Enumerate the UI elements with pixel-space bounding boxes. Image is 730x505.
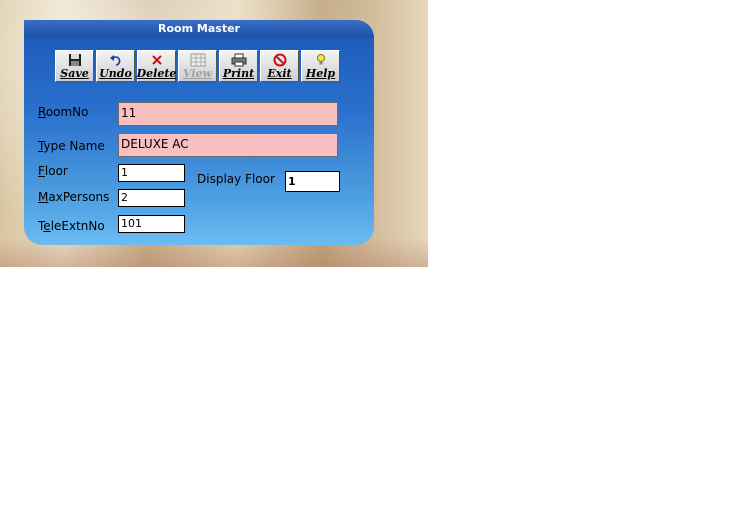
undo-button[interactable]: Undo xyxy=(96,50,135,82)
typename-input[interactable]: DELUXE AC xyxy=(118,133,338,157)
display-floor-label: Display Floor xyxy=(197,172,275,186)
floppy-disk-icon xyxy=(68,52,82,68)
floor-input[interactable]: 1 xyxy=(118,164,185,182)
roomno-label-accel: R xyxy=(38,105,46,119)
floor-label-accel: F xyxy=(38,164,45,178)
toolbar: Save Undo Delete View Print Exit Help xyxy=(55,50,342,82)
exit-button[interactable]: Exit xyxy=(260,50,299,82)
maxpersons-label-accel: M xyxy=(38,190,49,204)
delete-label: Delete xyxy=(136,67,177,80)
view-label: View xyxy=(183,67,212,80)
roomno-input[interactable]: 11 xyxy=(118,102,338,126)
teleextn-label-text: leExtnNo xyxy=(50,219,105,233)
typename-label: Type Name xyxy=(38,139,105,153)
floor-label: Floor xyxy=(38,164,68,178)
window-title: Room Master xyxy=(24,20,374,38)
view-button[interactable]: View xyxy=(178,50,217,82)
save-button[interactable]: Save xyxy=(55,50,94,82)
help-label: Help xyxy=(305,67,336,80)
teleextn-label-accel: e xyxy=(43,219,51,233)
maxpersons-label: MaxPersons xyxy=(38,190,109,204)
printer-icon xyxy=(231,52,247,68)
print-button[interactable]: Print xyxy=(219,50,258,82)
teleextn-label: TeleExtnNo xyxy=(38,219,105,233)
roomno-label: RoomNo xyxy=(38,105,89,119)
room-master-window: Room Master Save Undo Delete View Print … xyxy=(24,20,374,245)
maxpersons-input[interactable]: 2 xyxy=(118,189,185,207)
exit-label: Exit xyxy=(267,67,292,80)
typename-label-text: ype Name xyxy=(43,139,105,153)
teleextn-input[interactable]: 101 xyxy=(118,215,185,233)
lightbulb-icon xyxy=(315,52,327,68)
roomno-label-text: oomNo xyxy=(45,105,89,119)
red-x-icon xyxy=(150,52,164,68)
grid-table-icon xyxy=(190,52,206,68)
help-button[interactable]: Help xyxy=(301,50,340,82)
display-floor-input[interactable]: 1 xyxy=(285,171,340,192)
print-label: Print xyxy=(222,67,255,80)
undo-arrow-icon xyxy=(109,52,123,68)
delete-button[interactable]: Delete xyxy=(137,50,176,82)
undo-label: Undo xyxy=(99,67,132,80)
no-entry-icon xyxy=(273,52,287,68)
floor-label-text: loor xyxy=(44,164,68,178)
save-label: Save xyxy=(60,67,89,80)
maxpersons-label-text: axPersons xyxy=(48,190,110,204)
